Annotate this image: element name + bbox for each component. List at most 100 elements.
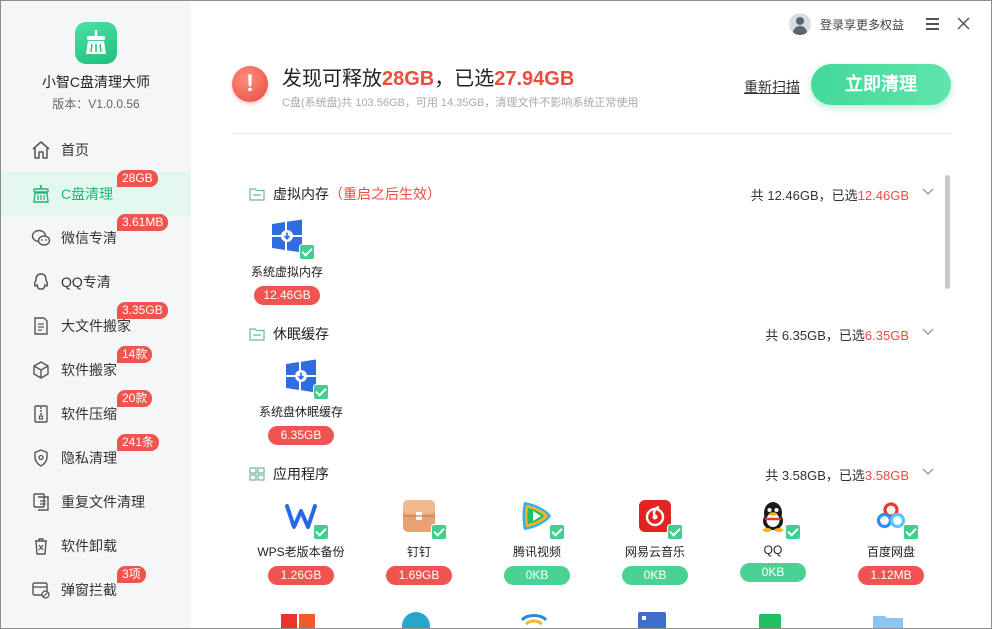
sidebar-item-uninstall[interactable]: 软件卸载 xyxy=(1,524,191,568)
sidebar-item-label: 弹窗拦截 xyxy=(61,582,117,598)
folder-icon xyxy=(249,467,265,481)
shield-icon xyxy=(31,448,51,468)
item-size: 1.26GB xyxy=(268,566,334,585)
sidebar-badge: 28GB xyxy=(117,170,158,187)
clean-item-wps[interactable]: WPS老版本备份 1.26GB xyxy=(246,499,356,585)
disk-info: C盘(系统盘)共 103.56GB，可用 14.35GB，清理文件不影响系统正常… xyxy=(282,97,639,109)
checkbox[interactable] xyxy=(903,524,919,540)
sidebar-item-popup-block[interactable]: 弹窗拦截 3项 xyxy=(1,566,191,612)
item-size: 1.69GB xyxy=(386,566,452,585)
section-title: 休眠缓存 xyxy=(273,326,329,342)
menu-icon[interactable] xyxy=(926,18,939,30)
clean-item-dingtalk[interactable]: 钉钉 1.69GB xyxy=(364,499,474,585)
section-header-virtual-memory[interactable]: 虚拟内存 （重启之后生效） 共 12.46GB，已选12.46GB xyxy=(249,184,934,204)
app-icon-partial xyxy=(517,606,551,628)
duplicate-file-icon xyxy=(31,492,51,512)
avatar xyxy=(789,13,811,35)
item-label: 系统盘休眠缓存 xyxy=(258,405,343,419)
app-icon-partial xyxy=(281,606,315,628)
checkbox[interactable] xyxy=(785,524,801,540)
section-total: 共 6.35GB，已选 xyxy=(765,327,865,343)
sidebar-item-label: C盘清理 xyxy=(61,186,114,202)
sidebar-item-home[interactable]: 首页 xyxy=(1,128,191,172)
clean-now-button[interactable]: 立即清理 xyxy=(811,64,951,105)
sidebar-item-c-drive-clean[interactable]: C盘清理 28GB xyxy=(1,170,191,216)
tencent-video-icon xyxy=(520,499,565,540)
checkbox[interactable] xyxy=(549,524,565,540)
folder-icon xyxy=(249,188,265,201)
item-label: 钉钉 xyxy=(406,545,431,559)
app-logo-icon xyxy=(75,22,117,64)
qq-penguin-icon xyxy=(756,499,801,540)
sidebar-item-software-compress[interactable]: 软件压缩 20款 xyxy=(1,390,191,436)
checkbox[interactable] xyxy=(431,524,447,540)
section-total: 共 12.46GB，已选 xyxy=(750,187,858,203)
alert-icon: ! xyxy=(232,66,268,102)
login-link[interactable]: 登录享更多权益 xyxy=(789,13,904,35)
checkbox[interactable] xyxy=(667,524,683,540)
chevron-down-icon[interactable] xyxy=(922,467,934,477)
sidebar-item-software-move[interactable]: 软件搬家 14款 xyxy=(1,346,191,392)
sidebar-badge: 14款 xyxy=(117,346,153,363)
divider xyxy=(232,133,951,134)
sidebar-nav: 首页 C盘清理 28GB 微信专清 3.61MB QQ专清 大文件搬家 3.35… xyxy=(1,128,191,612)
section-header-hibernate-cache[interactable]: 休眠缓存 共 6.35GB，已选6.35GB xyxy=(249,324,934,344)
clean-item-netease-music[interactable]: 网易云音乐 0KB xyxy=(600,499,710,585)
wechat-icon xyxy=(31,228,51,248)
sidebar-item-label: 软件压缩 xyxy=(61,406,117,422)
sidebar-item-wechat-clean[interactable]: 微信专清 3.61MB xyxy=(1,214,191,260)
sidebar-item-label: 微信专清 xyxy=(61,230,117,246)
checkbox[interactable] xyxy=(313,384,329,400)
sidebar-item-label: 软件卸载 xyxy=(61,538,117,554)
sidebar-badge: 3.35GB xyxy=(117,302,168,319)
app-icon-partial xyxy=(635,606,669,628)
home-icon xyxy=(31,140,51,160)
section-selected: 3.58GB xyxy=(864,467,909,483)
selected-size: 27.94GB xyxy=(494,68,575,90)
chevron-down-icon[interactable] xyxy=(922,327,934,337)
releasable-size: 28GB xyxy=(382,68,435,90)
item-size: 1.12MB xyxy=(858,566,924,585)
section-stats: 共 3.58GB，已选3.58GB xyxy=(765,465,909,484)
scrollbar[interactable] xyxy=(945,175,950,289)
close-icon[interactable] xyxy=(957,17,970,30)
checkbox[interactable] xyxy=(313,524,329,540)
chevron-down-icon[interactable] xyxy=(922,187,934,197)
sidebar-item-label: 重复文件清理 xyxy=(61,494,145,510)
item-size: 0KB xyxy=(504,566,570,585)
item-label: 腾讯视频 xyxy=(512,545,561,559)
section-note: （重启之后生效） xyxy=(329,186,441,202)
checkbox[interactable] xyxy=(299,244,315,260)
item-size: 6.35GB xyxy=(268,426,334,445)
box-move-icon xyxy=(31,360,51,380)
qq-icon xyxy=(31,272,51,292)
folder-icon xyxy=(249,328,265,341)
sidebar-item-qq-clean[interactable]: QQ专清 xyxy=(1,260,191,304)
item-size: 0KB xyxy=(740,563,806,582)
sidebar-badge: 3项 xyxy=(117,566,146,583)
clean-item-qq[interactable]: QQ 0KB xyxy=(718,499,828,582)
item-label: 百度网盘 xyxy=(866,545,915,559)
app-icon-partial xyxy=(399,606,433,628)
rescan-link[interactable]: 重新扫描 xyxy=(744,77,800,97)
sidebar-item-large-file-move[interactable]: 大文件搬家 3.35GB xyxy=(1,302,191,348)
sidebar-item-privacy-clean[interactable]: 隐私清理 241条 xyxy=(1,434,191,480)
clean-item-virtual-memory[interactable]: 系统虚拟内存 12.46GB xyxy=(232,219,342,305)
clean-item-tencent-video[interactable]: 腾讯视频 0KB xyxy=(482,499,592,585)
sidebar: 小智C盘清理大师 版本：V1.0.0.56 首页 C盘清理 28GB 微信专清 … xyxy=(1,1,191,628)
item-label: 系统虚拟内存 xyxy=(250,265,323,279)
section-title: 虚拟内存 xyxy=(273,186,329,202)
section-title: 应用程序 xyxy=(273,466,329,482)
section-header-applications[interactable]: 应用程序 共 3.58GB，已选3.58GB xyxy=(249,464,934,484)
windows-icon xyxy=(270,219,315,260)
clean-item-baidu-netdisk[interactable]: 百度网盘 1.12MB xyxy=(836,499,946,585)
sidebar-item-duplicate-clean[interactable]: 重复文件清理 xyxy=(1,480,191,524)
popup-block-icon xyxy=(31,580,51,600)
app-window: 小智C盘清理大师 版本：V1.0.0.56 首页 C盘清理 28GB 微信专清 … xyxy=(0,0,992,629)
sidebar-badge: 20款 xyxy=(117,390,153,407)
section-stats: 共 12.46GB，已选12.46GB xyxy=(751,185,909,204)
clean-item-hibernate-cache[interactable]: 系统盘休眠缓存 6.35GB xyxy=(246,359,356,445)
zip-icon xyxy=(31,404,51,424)
section-selected: 12.46GB xyxy=(857,187,909,203)
wps-icon xyxy=(284,499,329,540)
